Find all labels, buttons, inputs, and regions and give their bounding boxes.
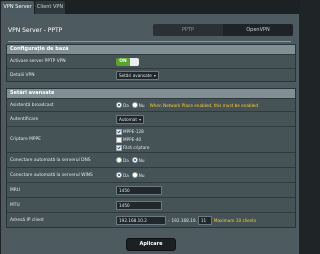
broadcast-label: Asistență broadcast: [10, 102, 54, 108]
checkbox-icon: [116, 144, 122, 151]
mppe-40-checkbox[interactable]: MPPE-40: [116, 136, 149, 143]
mtu-label: MTU: [10, 202, 20, 208]
broadcast-option-no[interactable]: Nu: [131, 102, 145, 108]
advanced-settings-table: Setări avansate Asistență broadcast Da N…: [6, 88, 296, 228]
row-broadcast: Asistență broadcast Da Nu When Network P…: [7, 98, 295, 111]
option-label: Da: [123, 157, 129, 163]
top-tabbar: VPN Server Client VPN: [0, 0, 300, 14]
details-selected: Setări avansate: [119, 72, 152, 78]
apply-button[interactable]: Aplicare: [126, 238, 176, 251]
checkbox-icon: [116, 136, 122, 143]
option-label: Nu: [138, 172, 145, 178]
ip-end-input[interactable]: 11: [197, 215, 212, 225]
accent-divider: [8, 41, 291, 42]
option-label: MPPE-40: [123, 137, 142, 142]
row-enable-pptp: Activare server PPTP VPN ON: [7, 54, 295, 68]
wins-label: Conectare automată la serverul WINS: [10, 172, 93, 178]
mru-input[interactable]: 1450: [116, 185, 162, 195]
vpn-panel: VPN Server - PPTP PPTP OpenVPN Configura…: [1, 14, 299, 254]
dns-label: Conectare automată la serverul DNS: [10, 157, 91, 163]
option-label: Nu: [138, 157, 145, 163]
section-header-basic: Configurație de bază: [7, 45, 295, 54]
page-title: VPN Server - PPTP: [8, 27, 63, 34]
mppe-label: Criptare MPPE: [10, 137, 41, 142]
broadcast-warning: When Network Place enabled, this must be…: [149, 102, 259, 108]
ip-end-prefix: 192.168.10.: [171, 217, 197, 223]
enable-toggle[interactable]: ON: [116, 57, 139, 66]
option-label: Nu: [138, 102, 145, 108]
row-client-ip: Adresă IP client 192.168.10.2 - 192.168.…: [7, 212, 295, 227]
broadcast-option-yes[interactable]: Da: [116, 102, 129, 108]
wins-option-no[interactable]: Nu: [131, 172, 145, 178]
wins-option-yes[interactable]: Da: [116, 172, 129, 178]
radio-icon: [131, 157, 138, 163]
protocol-switcher: PPTP OpenVPN: [153, 24, 293, 36]
pptp-tab[interactable]: PPTP: [153, 24, 223, 36]
row-mppe: Criptare MPPE MPPE-128 MPPE-40 Fără crip…: [7, 126, 295, 152]
mru-label: MRU: [10, 187, 21, 193]
no-encryption-checkbox[interactable]: Fără criptare: [116, 144, 150, 151]
row-mtu: MTU 1450: [7, 197, 295, 212]
chevron-down-icon: ▾: [139, 116, 142, 122]
auth-label: Autentificare: [10, 116, 39, 122]
auth-select[interactable]: Automat ▾: [116, 114, 145, 124]
ip-start-input[interactable]: 192.168.10.2: [116, 215, 166, 225]
radio-icon: [131, 102, 138, 108]
toggle-knob: [130, 57, 139, 66]
vpn-details-select[interactable]: Setări avansate ▾: [116, 70, 159, 80]
enable-label: Activare server PPTP VPN: [10, 59, 66, 64]
option-label: Da: [123, 102, 129, 108]
radio-icon: [116, 102, 122, 108]
row-mru: MRU 1450: [7, 182, 295, 197]
openvpn-tab[interactable]: OpenVPN: [223, 24, 293, 36]
toggle-on-label: ON: [116, 57, 130, 66]
row-auto-wins: Conectare automată la serverul WINS Da N…: [7, 167, 295, 182]
client-ip-label: Adresă IP client: [10, 217, 44, 223]
option-label: MPPE-128: [123, 129, 144, 134]
option-label: Fără criptare: [123, 145, 150, 150]
dns-option-no[interactable]: Nu: [131, 157, 145, 163]
tab-client-vpn[interactable]: Client VPN: [35, 1, 65, 14]
chevron-down-icon: ▾: [153, 72, 156, 78]
mppe-128-checkbox[interactable]: MPPE-128: [116, 128, 149, 135]
option-label: Da: [123, 172, 129, 178]
max-clients-hint: Maximum 10 clients: [213, 217, 257, 223]
section-header-advanced: Setări avansate: [7, 89, 295, 98]
row-vpn-details: Detalii VPN Setări avansate ▾: [7, 68, 295, 81]
row-auto-dns: Conectare automată la serverul DNS Da Nu: [7, 152, 295, 167]
tab-vpn-server[interactable]: VPN Server: [1, 1, 34, 14]
radio-icon: [116, 157, 122, 163]
details-label: Detalii VPN: [10, 72, 35, 78]
radio-icon: [131, 172, 138, 178]
auth-selected: Automat: [119, 116, 138, 122]
dns-option-yes[interactable]: Da: [116, 157, 129, 163]
ip-range-dash: -: [168, 217, 170, 223]
checkbox-icon: [116, 128, 122, 135]
mtu-input[interactable]: 1450: [116, 200, 162, 210]
basic-config-table: Configurație de bază Activare server PPT…: [6, 44, 296, 82]
row-authentication: Autentificare Automat ▾: [7, 111, 295, 126]
radio-icon: [116, 172, 122, 178]
